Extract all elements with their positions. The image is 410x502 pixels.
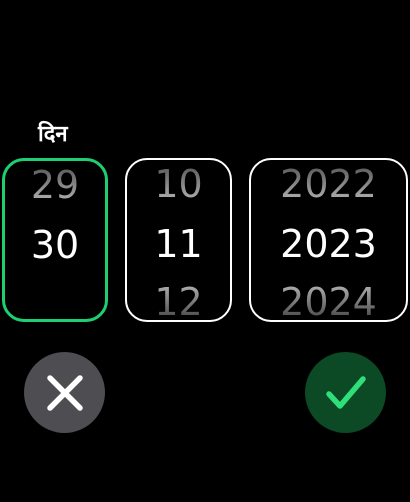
year-prev-value: 2022 <box>251 162 406 206</box>
year-next-value: 2024 <box>251 280 406 320</box>
day-picker-column[interactable]: 29 30 <box>2 158 108 322</box>
checkmark-icon <box>325 375 366 409</box>
month-next-value: 12 <box>127 280 230 320</box>
month-prev-value: 10 <box>127 162 230 206</box>
month-picker-column[interactable]: 10 11 12 <box>125 158 232 322</box>
year-picker-column[interactable]: 2022 2023 2024 <box>249 158 408 322</box>
day-current-value: 30 <box>30 223 80 267</box>
year-current-value: 2023 <box>280 222 377 266</box>
day-prev-value: 29 <box>5 163 105 207</box>
confirm-button[interactable] <box>305 352 386 433</box>
field-label: दिन <box>38 122 68 147</box>
month-current-value: 11 <box>154 222 203 266</box>
cancel-button[interactable] <box>24 352 105 433</box>
close-icon <box>46 374 83 411</box>
